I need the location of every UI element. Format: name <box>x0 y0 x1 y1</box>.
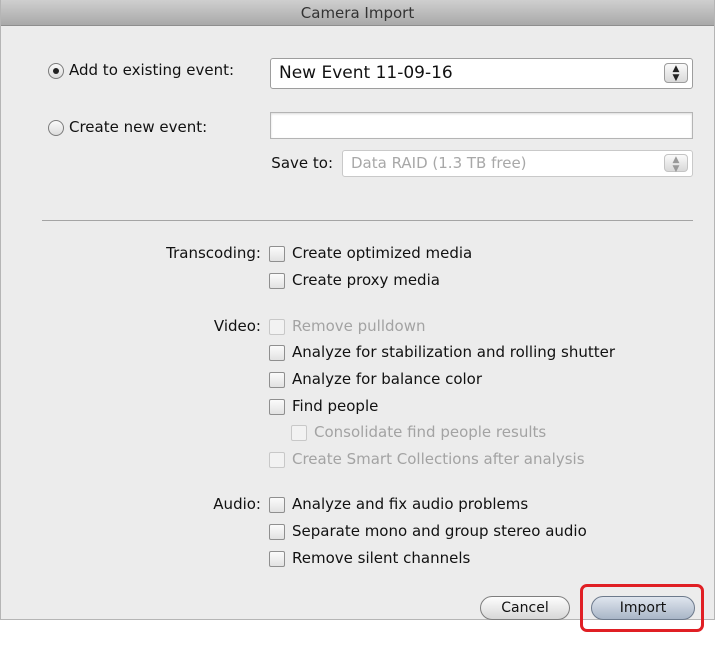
remove-silent-channels-label[interactable]: Remove silent channels <box>292 549 470 567</box>
popup-arrows-icon: ▲ ▼ <box>664 63 688 83</box>
remove-pulldown-label: Remove pulldown <box>292 317 426 335</box>
transcoding-label: Transcoding: <box>166 244 261 262</box>
analyze-fix-audio-checkbox[interactable] <box>269 497 285 513</box>
analyze-fix-audio-label[interactable]: Analyze and fix audio problems <box>292 495 528 513</box>
existing-event-popup[interactable]: New Event 11-09-16 ▲ ▼ <box>270 58 693 89</box>
separate-mono-stereo-label[interactable]: Separate mono and group stereo audio <box>292 522 587 540</box>
consolidate-find-people-label: Consolidate find people results <box>314 423 547 441</box>
consolidate-find-people-checkbox <box>291 425 307 441</box>
remove-pulldown-checkbox <box>269 319 285 335</box>
separate-mono-stereo-checkbox[interactable] <box>269 524 285 540</box>
camera-import-dialog: Camera Import Add to existing event: New… <box>0 0 715 620</box>
existing-event-value: New Event 11-09-16 <box>279 63 453 83</box>
add-existing-event-label[interactable]: Add to existing event: <box>69 61 234 79</box>
window-title: Camera Import <box>1 0 714 26</box>
create-optimized-media-label[interactable]: Create optimized media <box>292 244 472 262</box>
find-people-checkbox[interactable] <box>269 399 285 415</box>
create-proxy-media-label[interactable]: Create proxy media <box>292 271 440 289</box>
remove-silent-channels-checkbox[interactable] <box>269 551 285 567</box>
add-existing-event-radio[interactable] <box>48 63 64 79</box>
save-to-popup[interactable]: Data RAID (1.3 TB free) ▲ ▼ <box>342 150 693 177</box>
create-smart-collections-checkbox <box>269 452 285 468</box>
audio-label: Audio: <box>213 495 261 513</box>
find-people-label[interactable]: Find people <box>292 397 378 415</box>
create-new-event-radio[interactable] <box>48 120 64 136</box>
analyze-stabilization-checkbox[interactable] <box>269 345 285 361</box>
save-to-value: Data RAID (1.3 TB free) <box>351 154 527 172</box>
save-to-label: Save to: <box>271 154 333 172</box>
popup-arrows-icon: ▲ ▼ <box>664 154 688 174</box>
create-optimized-media-checkbox[interactable] <box>269 246 285 262</box>
section-divider <box>42 220 693 221</box>
import-button-highlight <box>580 584 704 632</box>
create-proxy-media-checkbox[interactable] <box>269 273 285 289</box>
cancel-button[interactable]: Cancel <box>480 596 570 620</box>
analyze-stabilization-label[interactable]: Analyze for stabilization and rolling sh… <box>292 343 615 361</box>
analyze-balance-color-checkbox[interactable] <box>269 372 285 388</box>
create-new-event-label[interactable]: Create new event: <box>69 118 207 136</box>
analyze-balance-color-label[interactable]: Analyze for balance color <box>292 370 482 388</box>
create-smart-collections-label: Create Smart Collections after analysis <box>292 450 585 468</box>
new-event-name-field[interactable] <box>270 112 693 139</box>
video-label: Video: <box>213 317 261 335</box>
